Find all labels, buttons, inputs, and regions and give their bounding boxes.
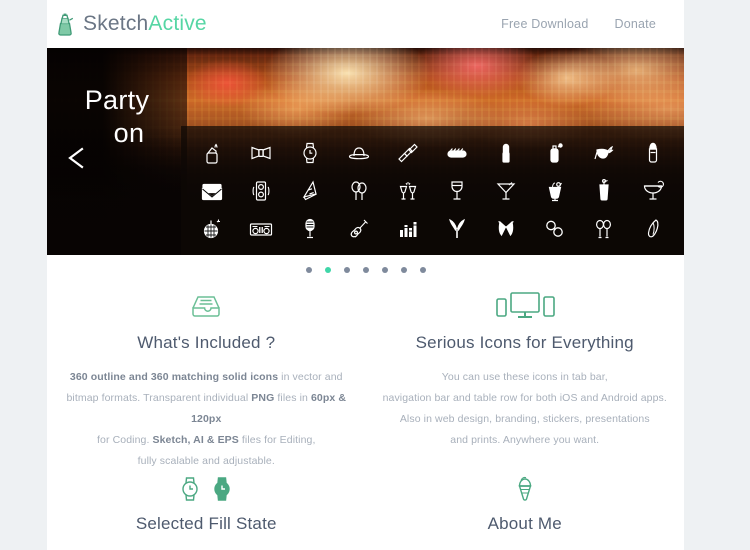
- highball-drink-icon[interactable]: [591, 178, 617, 204]
- feature-about-me: About Me: [366, 472, 685, 534]
- lighter-icon[interactable]: [199, 140, 225, 166]
- feature-body-line: fully scalable and adjustable.: [137, 455, 275, 467]
- bunny-ears-icon[interactable]: [444, 216, 470, 242]
- hero-icon-panel: [181, 126, 684, 255]
- scarf-icon[interactable]: [395, 140, 421, 166]
- feature-title: Selected Fill State: [135, 514, 277, 533]
- feature-body-line: and prints. Anywhere you want.: [450, 434, 600, 446]
- maracas-icon[interactable]: [591, 216, 617, 242]
- salt-shaker-icon[interactable]: [640, 140, 666, 166]
- site-header: SketchActive Free Download Donate: [47, 0, 684, 48]
- feature-body-line: 360 outline and 360 matching solid icons…: [69, 371, 343, 383]
- brand-logo[interactable]: SketchActive: [54, 11, 207, 37]
- brand-name-part1: Sketch: [83, 12, 149, 35]
- disco-ball-icon[interactable]: [199, 216, 225, 242]
- perfume-bottle-icon[interactable]: [542, 140, 568, 166]
- carousel-dot-3[interactable]: [343, 267, 350, 273]
- chevron-left-icon[interactable]: [62, 143, 90, 173]
- feature-body-line: You can use these icons in tab bar,: [441, 371, 608, 383]
- ice-cream-cone-icon: [378, 472, 673, 506]
- mail-envelope-icon[interactable]: [199, 178, 225, 204]
- handcuffs-icon[interactable]: [542, 216, 568, 242]
- features-row-1: What's Included ? 360 outline and 360 ma…: [47, 285, 684, 472]
- carousel-dot-4[interactable]: [362, 267, 369, 273]
- carousel-dot-5[interactable]: [381, 267, 388, 273]
- feature-body: 360 outline and 360 matching solid icons…: [59, 367, 354, 472]
- carousel-dot-6[interactable]: [400, 267, 407, 273]
- feature-serious-icons: Serious Icons for Everything You can use…: [366, 285, 685, 472]
- balloons-icon[interactable]: [346, 178, 372, 204]
- microphone-icon[interactable]: [297, 216, 323, 242]
- feature-body: You can use these icons in tab bar, navi…: [378, 367, 673, 451]
- bikini-top-icon[interactable]: [493, 216, 519, 242]
- lipstick-icon[interactable]: [493, 140, 519, 166]
- feather-icon[interactable]: [640, 216, 666, 242]
- bow-tie-icon[interactable]: [248, 140, 274, 166]
- carousel-dots: [47, 255, 684, 285]
- nav-link-donate[interactable]: Donate: [614, 17, 656, 31]
- dj-mixer-icon[interactable]: [248, 216, 274, 242]
- hero-carousel[interactable]: Party on: [47, 48, 684, 255]
- feature-body-line: navigation bar and table row for both iO…: [382, 392, 667, 404]
- feature-body-line: Also in web design, branding, stickers, …: [399, 413, 650, 425]
- feature-selected-fill-state: Selected Fill State: [47, 472, 366, 534]
- speaker-icon[interactable]: [248, 178, 274, 204]
- equalizer-icon[interactable]: [395, 216, 421, 242]
- file-tray-icon: [59, 285, 354, 327]
- hot-dog-icon[interactable]: [444, 140, 470, 166]
- feature-title: About Me: [487, 514, 562, 533]
- hero-icon-grid: [187, 134, 678, 248]
- feature-body-line: bitmap formats. Transparent individual P…: [66, 392, 347, 425]
- martini-glass-icon[interactable]: [493, 178, 519, 204]
- page-root: SketchActive Free Download Donate Party …: [0, 0, 750, 550]
- cheers-glasses-icon[interactable]: [395, 178, 421, 204]
- feature-title: Serious Icons for Everything: [415, 333, 634, 352]
- feature-whats-included: What's Included ? 360 outline and 360 ma…: [47, 285, 366, 472]
- feature-body-line: for Coding. Sketch, AI & EPS files for E…: [97, 434, 316, 446]
- bowler-hat-icon[interactable]: [346, 140, 372, 166]
- carousel-dot-1[interactable]: [305, 267, 312, 273]
- features-row-2: Selected Fill State About Me: [47, 472, 684, 534]
- masquerade-mask-icon[interactable]: [591, 140, 617, 166]
- wine-glass-icon[interactable]: [444, 178, 470, 204]
- party-hat-icon[interactable]: [297, 178, 323, 204]
- electric-guitar-icon[interactable]: [346, 216, 372, 242]
- feature-title: What's Included ?: [137, 333, 276, 352]
- hero-title: Party on: [47, 84, 187, 150]
- hero-title-line1: Party: [84, 85, 150, 115]
- watch-pair-icon: [59, 472, 354, 506]
- wristwatch-icon[interactable]: [297, 140, 323, 166]
- nav-link-free-download[interactable]: Free Download: [501, 17, 588, 31]
- carousel-dot-7[interactable]: [419, 267, 426, 273]
- devices-icon: [378, 285, 673, 327]
- main-navigation: Free Download Donate: [501, 17, 656, 31]
- carousel-dot-2[interactable]: [324, 267, 331, 273]
- pina-colada-icon[interactable]: [542, 178, 568, 204]
- brand-name-part2: Active: [148, 12, 207, 35]
- margarita-icon[interactable]: [640, 178, 666, 204]
- brand-name: SketchActive: [83, 12, 207, 36]
- moka-pot-icon: [54, 11, 76, 37]
